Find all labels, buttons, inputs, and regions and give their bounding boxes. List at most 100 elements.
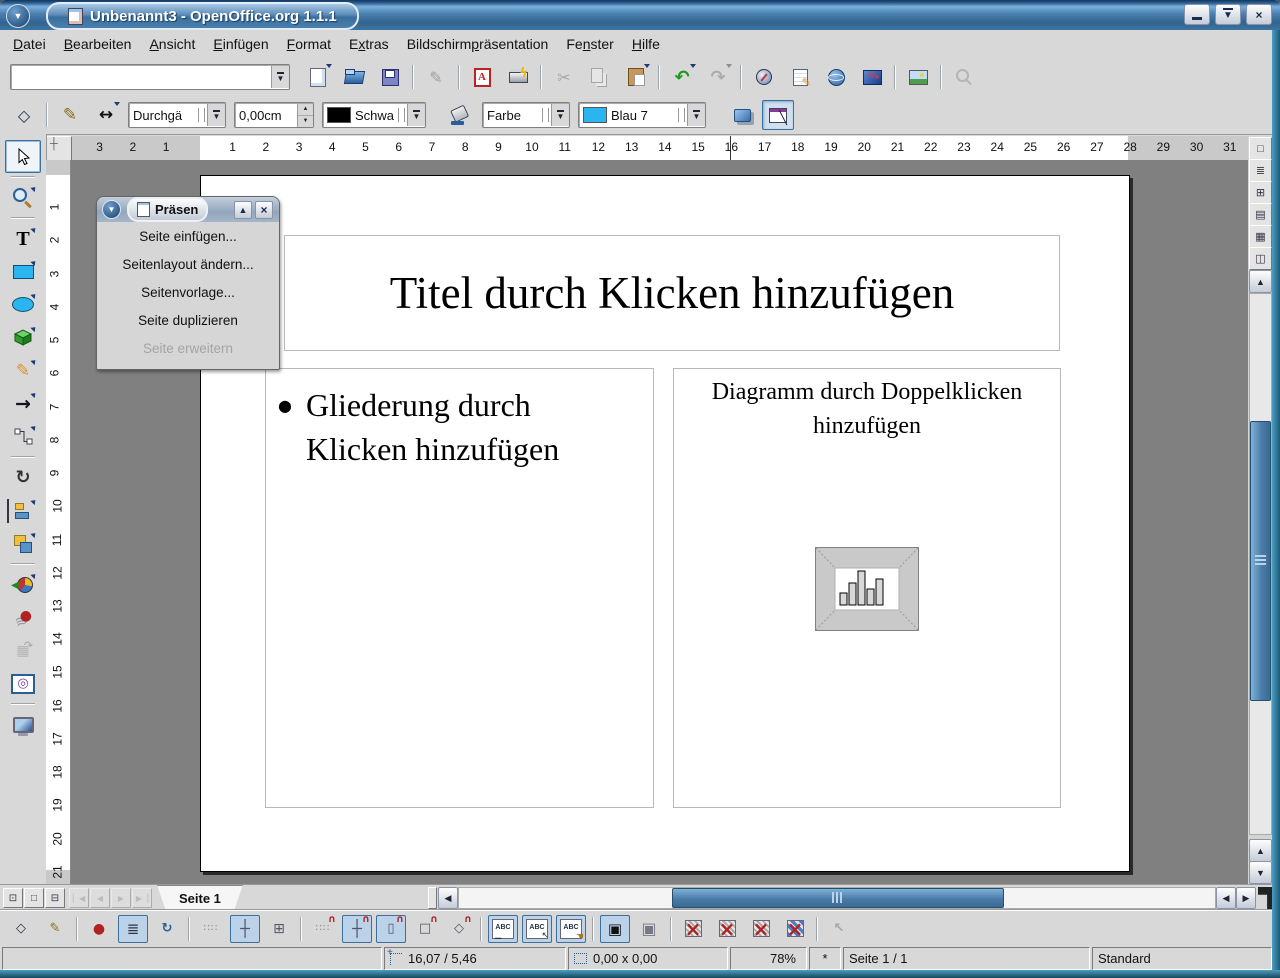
- snap-to-border-button[interactable]: [410, 915, 440, 943]
- titlebar[interactable]: ▼ Unbenannt3 - OpenOffice.org 1.1.1 ▼ ×: [0, 0, 1280, 30]
- double-click-edit-text-button[interactable]: [556, 915, 586, 943]
- edit-points-button[interactable]: [6, 915, 36, 943]
- picture-placeholder-button[interactable]: [678, 915, 708, 943]
- text-placeholder-button[interactable]: [746, 915, 776, 943]
- fill-type-combo[interactable]: Farbe ▼: [482, 102, 570, 128]
- arrange-tool-button[interactable]: [5, 527, 41, 560]
- previous-page-scroll-button[interactable]: ▲: [1249, 839, 1272, 862]
- new-document-button[interactable]: [302, 62, 334, 92]
- line-style-combo[interactable]: Durchgä ▼: [128, 102, 226, 128]
- palette-titlebar[interactable]: ▼ Präsen ▲ ×: [97, 197, 279, 222]
- presentation-palette[interactable]: ▼ Präsen ▲ × Seite einfügen...Seitenlayo…: [96, 196, 280, 370]
- save-document-button[interactable]: [374, 62, 406, 92]
- palette-item-seitenvorlage[interactable]: Seitenvorlage...: [97, 278, 279, 306]
- palette-item-seite-einfügen[interactable]: Seite einfügen...: [97, 222, 279, 250]
- window-menu-button[interactable]: ▼: [6, 4, 30, 28]
- paste-button[interactable]: [620, 62, 652, 92]
- area-fill-button[interactable]: [444, 100, 476, 130]
- insert-graphics-button[interactable]: [902, 62, 934, 92]
- 3d-controller-tool-button[interactable]: [5, 667, 41, 700]
- combo-grip[interactable]: [542, 108, 549, 122]
- template-name-cell[interactable]: Standard: [1092, 947, 1272, 970]
- object-size-cell[interactable]: 0,00 x 0,00: [568, 947, 728, 970]
- vertical-scroll-thumb[interactable]: [1250, 421, 1271, 701]
- zoom-tool-tool-button[interactable]: [5, 181, 41, 214]
- spin-up-button[interactable]: ▲: [298, 104, 313, 115]
- palette-item-seitenlayout-ändern[interactable]: Seitenlayout ändern...: [97, 250, 279, 278]
- scroll-left-button[interactable]: ◀: [438, 887, 458, 909]
- line-style-dropdown[interactable]: ▼: [207, 104, 225, 126]
- insert-tool-button[interactable]: [5, 568, 41, 601]
- combo-grip[interactable]: [678, 108, 685, 122]
- maximize-button[interactable]: ▼: [1215, 4, 1241, 25]
- open-document-button[interactable]: [338, 62, 370, 92]
- handout-view-button[interactable]: [1249, 225, 1272, 248]
- snap-to-margins-button[interactable]: [376, 915, 406, 943]
- title-placeholder[interactable]: Titel durch Klicken hinzufügen: [284, 235, 1060, 351]
- zoom-button[interactable]: [856, 62, 888, 92]
- url-input[interactable]: [13, 67, 269, 87]
- rectangle-tool-button[interactable]: [5, 255, 41, 288]
- hyperlink-button[interactable]: [820, 62, 852, 92]
- url-dropdown-button[interactable]: ▼: [271, 66, 289, 88]
- scroll-up-button[interactable]: ▲: [1249, 270, 1272, 293]
- undo-button[interactable]: [666, 62, 698, 92]
- glue-points-button[interactable]: [40, 915, 70, 943]
- outline-placeholder[interactable]: ● Gliederung durch Klicken hinzufügen: [265, 368, 654, 808]
- zoom-level-cell[interactable]: 78%: [730, 947, 807, 970]
- palette-menu-button[interactable]: ▼: [102, 200, 121, 219]
- resize-corner[interactable]: [1258, 887, 1272, 909]
- drawing-view-button[interactable]: [1249, 137, 1272, 160]
- url-combobox[interactable]: ▼: [10, 64, 290, 90]
- fill-type-dropdown[interactable]: ▼: [551, 104, 569, 126]
- fill-color-dropdown[interactable]: ▼: [687, 104, 705, 126]
- start-presentation-button[interactable]: [1249, 247, 1272, 270]
- snap-to-helplines-button[interactable]: [342, 915, 372, 943]
- scroll-left-button-2[interactable]: ◀: [1216, 887, 1236, 909]
- next-page-scroll-button[interactable]: ▼: [1249, 861, 1272, 884]
- combo-grip[interactable]: [398, 108, 405, 122]
- print-file-button[interactable]: [502, 62, 534, 92]
- quick-edit-button[interactable]: [488, 915, 518, 943]
- gallery-button[interactable]: [784, 62, 816, 92]
- vertical-scrollbar[interactable]: [1249, 293, 1272, 835]
- line-width-spinner[interactable]: 0,00cm ▲ ▼: [234, 102, 314, 128]
- export-pdf-button[interactable]: [466, 62, 498, 92]
- curve-tool-button[interactable]: [5, 354, 41, 387]
- menu-item-fenster[interactable]: Fenster: [557, 32, 622, 56]
- ellipse-tool-button[interactable]: [5, 288, 41, 321]
- menu-item-extras[interactable]: Extras: [340, 32, 398, 56]
- rotation-mode-button[interactable]: [152, 915, 182, 943]
- menu-item-ansicht[interactable]: Ansicht: [140, 32, 204, 56]
- scroll-right-button[interactable]: ▶: [1236, 887, 1256, 909]
- page-indicator-cell[interactable]: Seite 1 / 1: [843, 947, 1090, 970]
- fill-color-combo[interactable]: Blau 7 ▼: [578, 102, 706, 128]
- horizontal-scroll-thumb[interactable]: [672, 888, 1004, 908]
- show-grid-button[interactable]: [196, 915, 226, 943]
- menu-item-datei[interactable]: Datei: [4, 32, 55, 56]
- text-tool-button[interactable]: [5, 222, 41, 255]
- cursor-position-cell[interactable]: 16,07 / 5,46: [384, 947, 566, 970]
- alignment-tool-button[interactable]: [5, 494, 41, 527]
- presentation-palette-toggle[interactable]: [762, 100, 794, 130]
- close-button[interactable]: ×: [1246, 4, 1272, 25]
- menu-item-bearbeiten[interactable]: Bearbeiten: [55, 32, 141, 56]
- menu-item-bildschirmpräsentation[interactable]: Bildschirmpräsentation: [398, 32, 558, 56]
- presentation-tool-button[interactable]: [5, 708, 41, 741]
- notes-view-button[interactable]: [1249, 203, 1272, 226]
- simple-handles-button[interactable]: [600, 915, 630, 943]
- navigator-button[interactable]: [748, 62, 780, 92]
- large-handles-button[interactable]: [634, 915, 664, 943]
- menu-item-einfügen[interactable]: Einfügen: [204, 32, 277, 56]
- ruler-origin-button[interactable]: [46, 136, 72, 162]
- palette-item-seite-duplizieren[interactable]: Seite duplizieren: [97, 306, 279, 334]
- slides-view-button[interactable]: [1249, 181, 1272, 204]
- connector-tool-button[interactable]: [5, 420, 41, 453]
- show-helplines-button[interactable]: [230, 915, 260, 943]
- menu-item-format[interactable]: Format: [278, 32, 340, 56]
- combo-grip[interactable]: [198, 108, 205, 122]
- palette-rollup-button[interactable]: ▲: [234, 201, 252, 219]
- contour-mode-button[interactable]: [712, 915, 742, 943]
- select-text-area-button[interactable]: [522, 915, 552, 943]
- horizontal-ruler[interactable]: 3211234567891011121314151617181920212223…: [72, 136, 1248, 161]
